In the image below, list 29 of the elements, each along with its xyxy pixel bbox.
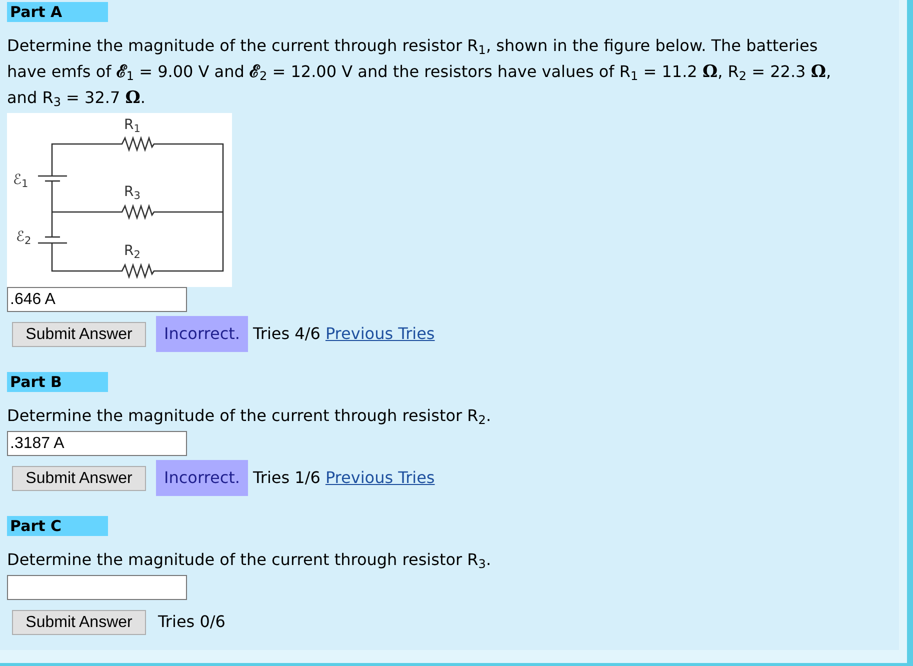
- question-text: Determine the magnitude of the current through resistor R$_{3}$.: [7, 549, 492, 573]
- answer-field[interactable]: .646 A: [7, 287, 187, 312]
- question-text: Determine the magnitude of the current through resistor R$_{2}$.: [7, 405, 492, 429]
- tries-count: Tries 1/6: [252, 467, 320, 489]
- battery-label: ℰ$_{1}$: [13, 172, 28, 188]
- part-heading: Part C: [7, 516, 108, 536]
- battery-symbol: [38, 175, 67, 182]
- battery-symbol: [38, 236, 67, 244]
- submit-answer-button[interactable]: Submit Answer: [12, 466, 146, 490]
- previous-tries-link[interactable]: Previous Tries: [325, 466, 435, 490]
- resistor-label: R$_{3}$: [124, 184, 140, 200]
- question-text: Determine the magnitude of the current through resistor R$_{1}$, shown in the figure below. The batteries have emfs of ℰ$_{1}$ = 9.00 V and ℰ$_{2}$ = 12.00 V and the resistors have values of R$_{1}$ = 11.2 Ω, R$_{2}$ = 22.3 Ω, and R$_{3}$ = 32.7 Ω.: [7, 35, 832, 111]
- resistor-label: R$_{1}$: [124, 117, 140, 133]
- tries-count: Tries 0/6: [158, 611, 226, 633]
- feedback-message: Incorrect.: [156, 316, 248, 352]
- submit-answer-button[interactable]: Submit Answer: [12, 322, 146, 346]
- feedback-message: Incorrect.: [156, 460, 248, 496]
- tries-count: Tries 4/6: [252, 323, 320, 345]
- battery-label: ℰ$_{2}$: [16, 229, 32, 245]
- part-heading: Part B: [7, 372, 108, 392]
- answer-field[interactable]: [7, 575, 187, 600]
- resistor-symbol: [118, 136, 157, 152]
- submit-answer-button[interactable]: Submit Answer: [12, 610, 146, 634]
- answer-field[interactable]: .3187 A: [7, 431, 187, 456]
- resistor-symbol: [118, 262, 157, 280]
- resistor-symbol: [118, 204, 157, 220]
- previous-tries-link[interactable]: Previous Tries: [325, 322, 435, 346]
- resistor-label: R$_{2}$: [124, 243, 140, 259]
- part-heading: Part A: [7, 2, 108, 22]
